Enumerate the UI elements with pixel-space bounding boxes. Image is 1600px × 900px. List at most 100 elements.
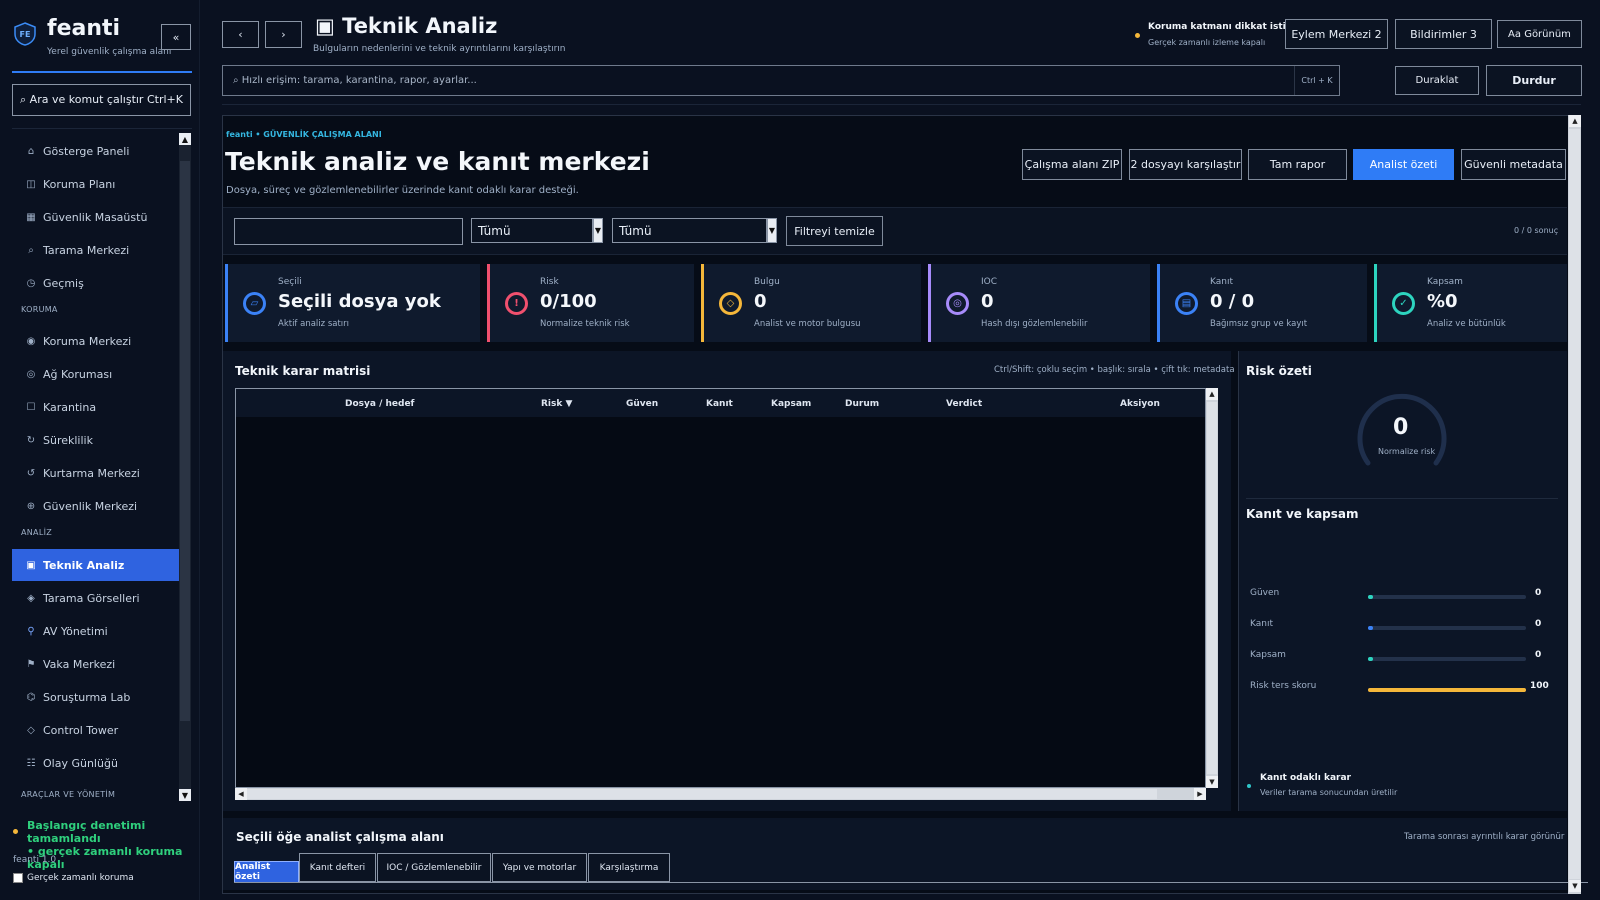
sidebar-item-protection-center[interactable]: ◉ Koruma Merkezi xyxy=(12,325,179,357)
sidebar-item-security-desktop[interactable]: ▦ Güvenlik Masaüstü xyxy=(12,201,179,233)
kpi-card-risk[interactable]: ! Risk 0/100 Normalize teknik risk xyxy=(487,264,694,342)
column-header-action[interactable]: Aksiyon xyxy=(1120,399,1160,409)
alert-title: Koruma katmanı dikkat istiyor xyxy=(1148,22,1303,32)
pause-button[interactable]: Duraklat xyxy=(1395,66,1479,95)
sidebar-item-control-tower[interactable]: ◇ Control Tower xyxy=(12,714,179,746)
sidebar-item-investigation-lab[interactable]: ⌬ Soruşturma Lab xyxy=(12,681,179,713)
tab-structure-engines[interactable]: Yapı ve motorlar xyxy=(492,853,587,882)
sidebar-item-history[interactable]: ◷ Geçmiş xyxy=(12,267,179,299)
command-search-button[interactable]: ⌕ Ara ve komut çalıştır Ctrl+K xyxy=(12,84,191,116)
app-version: feanti 1.0 xyxy=(13,855,57,865)
sidebar-item-quarantine[interactable]: ☐ Karantina xyxy=(12,391,179,423)
kpi-value: 0/100 xyxy=(540,291,597,312)
sidebar-item-scan-center[interactable]: ⌕ Tarama Merkezi xyxy=(12,234,179,266)
compare-files-button[interactable]: 2 dosyayı karşılaştır xyxy=(1129,149,1242,180)
coverage-icon: ✓ xyxy=(1392,292,1415,315)
sidebar-item-scan-visuals[interactable]: ◈ Tarama Görselleri xyxy=(12,582,179,614)
sidebar-item-recovery-center[interactable]: ↺ Kurtarma Merkezi xyxy=(12,457,179,489)
tab-ioc-observables[interactable]: IOC / Gözlemlenebilir xyxy=(377,853,491,882)
scroll-up-icon[interactable]: ▲ xyxy=(1206,388,1218,400)
sidebar-item-label: Güvenlik Masaüstü xyxy=(43,210,148,224)
table-horizontal-scrollbar[interactable] xyxy=(235,788,1206,800)
safe-metadata-button[interactable]: Güvenli metadata xyxy=(1461,149,1566,180)
sidebar-item-protection-plan[interactable]: ◫ Koruma Planı xyxy=(12,168,179,200)
kpi-value: Seçili dosya yok xyxy=(278,291,441,312)
filter-select-2[interactable]: Tümü xyxy=(612,218,767,243)
kpi-card-selected[interactable]: ▱ Seçili Seçili dosya yok Aktif analiz s… xyxy=(225,264,480,342)
sidebar-item-technical-analysis[interactable]: ▣ Teknik Analiz xyxy=(12,549,179,581)
decision-matrix-table[interactable] xyxy=(235,388,1206,788)
sidebar-item-event-log[interactable]: ☷ Olay Günlüğü xyxy=(12,747,179,779)
collapse-sidebar-button[interactable]: « xyxy=(161,24,191,50)
clear-filter-button[interactable]: Filtreyi temizle xyxy=(786,216,883,246)
full-report-button[interactable]: Tam rapor xyxy=(1248,149,1347,180)
column-header-risk[interactable]: Risk ▼ xyxy=(541,399,572,409)
analyst-workspace-title: Seçili öğe analist çalışma alanı xyxy=(236,830,444,844)
sidebar-item-label: Soruşturma Lab xyxy=(43,690,131,704)
kpi-card-coverage[interactable]: ✓ Kapsam %0 Analiz ve bütünlük xyxy=(1374,264,1567,342)
header-divider xyxy=(222,104,1581,105)
kpi-value: 0 xyxy=(754,291,767,312)
column-header-target[interactable]: Dosya / hedef xyxy=(345,399,414,409)
box-icon: ☐ xyxy=(26,401,36,413)
kpi-label: Seçili xyxy=(278,277,302,287)
scroll-thumb[interactable] xyxy=(1569,129,1580,879)
notifications-button[interactable]: Bildirimler 3 xyxy=(1395,19,1492,49)
sidebar-item-case-center[interactable]: ⚑ Vaka Merkezi xyxy=(12,648,179,680)
filter-select-1[interactable]: Tümü xyxy=(471,218,593,243)
sidebar-item-security-center[interactable]: ⊕ Güvenlik Merkezi xyxy=(12,490,179,522)
workspace-zip-button[interactable]: Çalışma alanı ZIP xyxy=(1022,149,1122,180)
kpi-label: Kapsam xyxy=(1427,277,1463,287)
kpi-desc: Normalize teknik risk xyxy=(540,319,630,329)
scroll-left-icon[interactable]: ◀ xyxy=(235,788,247,800)
sidebar-item-dashboard[interactable]: ⌂ Gösterge Paneli xyxy=(12,135,179,167)
scroll-right-icon[interactable]: ▶ xyxy=(1194,788,1206,800)
kpi-card-ioc[interactable]: ◎ IOC 0 Hash dışı gözlemlenebilir xyxy=(928,264,1150,342)
sidebar-item-label: Güvenlik Merkezi xyxy=(43,499,138,513)
action-center-button[interactable]: Eylem Merkezi 2 xyxy=(1285,19,1388,49)
scroll-down-icon[interactable]: ▼ xyxy=(1569,880,1581,892)
scroll-thumb[interactable] xyxy=(247,789,1157,799)
page-subtitle: Bulguların nedenlerini ve teknik ayrıntı… xyxy=(313,44,566,54)
column-header-verdict[interactable]: Verdict xyxy=(946,399,982,409)
scroll-thumb[interactable] xyxy=(1207,402,1217,774)
sidebar-item-av-management[interactable]: ⚲ AV Yönetimi xyxy=(12,615,179,647)
tab-analyst-summary[interactable]: Analist özeti xyxy=(234,861,299,883)
checkbox-icon[interactable] xyxy=(13,873,23,883)
scroll-down-icon[interactable]: ▼ xyxy=(1206,776,1218,788)
filter-search-input[interactable] xyxy=(234,218,463,245)
selection-icon: ▱ xyxy=(243,292,266,315)
table-vertical-scrollbar[interactable] xyxy=(1206,388,1218,788)
column-header-status[interactable]: Durum xyxy=(845,399,879,409)
chevron-down-icon[interactable]: ▼ xyxy=(767,218,777,243)
scroll-up-icon[interactable]: ▲ xyxy=(1569,115,1581,127)
panel-vertical-scrollbar[interactable] xyxy=(1568,115,1581,894)
quick-access-input[interactable]: ⌕ Hızlı erişim: tarama, karantina, rapor… xyxy=(222,65,1340,96)
column-header-coverage[interactable]: Kapsam xyxy=(771,399,811,409)
chevron-down-icon[interactable]: ▼ xyxy=(593,218,603,243)
tab-evidence-ledger[interactable]: Kanıt defteri xyxy=(299,853,376,882)
analyst-summary-button[interactable]: Analist özeti xyxy=(1353,149,1454,180)
column-header-evidence[interactable]: Kanıt xyxy=(706,399,733,409)
kpi-card-evidence[interactable]: ▤ Kanıt 0 / 0 Bağımsız grup ve kayıt xyxy=(1157,264,1367,342)
scroll-down-icon[interactable]: ▼ xyxy=(179,789,191,801)
analyst-workspace-hint: Tarama sonrası ayrıntılı karar görünür xyxy=(1404,832,1565,842)
sidebar-item-continuity[interactable]: ↻ Süreklilik xyxy=(12,424,179,456)
scroll-up-icon[interactable]: ▲ xyxy=(179,133,191,145)
sidebar-scrollbar[interactable]: ▲ ▼ xyxy=(179,133,191,801)
forward-button[interactable]: › xyxy=(265,21,302,48)
sidebar-item-network-protection[interactable]: ◎ Ağ Koruması xyxy=(12,358,179,390)
tab-comparison[interactable]: Karşılaştırma xyxy=(588,853,670,882)
column-header-confidence[interactable]: Güven xyxy=(626,399,658,409)
kpi-desc: Hash dışı gözlemlenebilir xyxy=(981,319,1088,329)
decision-subtitle: Veriler tarama sonucundan üretilir xyxy=(1260,788,1398,797)
kpi-card-findings[interactable]: ◇ Bulgu 0 Analist ve motor bulgusu xyxy=(701,264,921,342)
back-button[interactable]: ‹ xyxy=(222,21,259,48)
stop-button[interactable]: Durdur xyxy=(1486,65,1582,96)
scroll-thumb[interactable] xyxy=(180,161,190,721)
dna-icon: ⚲ xyxy=(27,625,35,637)
view-button[interactable]: Aa Görünüm xyxy=(1497,20,1582,48)
risk-score: 0 xyxy=(1393,415,1409,440)
realtime-protection-checkbox[interactable]: Gerçek zamanlı koruma xyxy=(13,873,134,883)
tower-icon: ◇ xyxy=(27,724,35,736)
